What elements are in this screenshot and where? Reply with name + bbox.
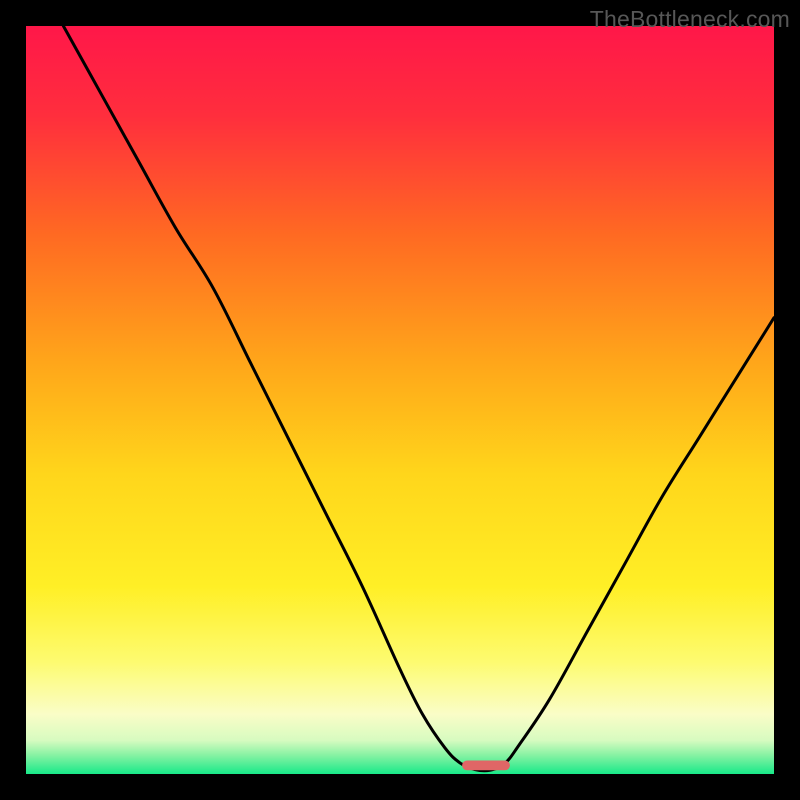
gradient-background <box>26 26 774 774</box>
bottleneck-plot <box>26 26 774 774</box>
optimal-point-marker <box>462 761 510 771</box>
watermark-text: TheBottleneck.com <box>590 6 790 33</box>
chart-frame <box>26 26 774 774</box>
